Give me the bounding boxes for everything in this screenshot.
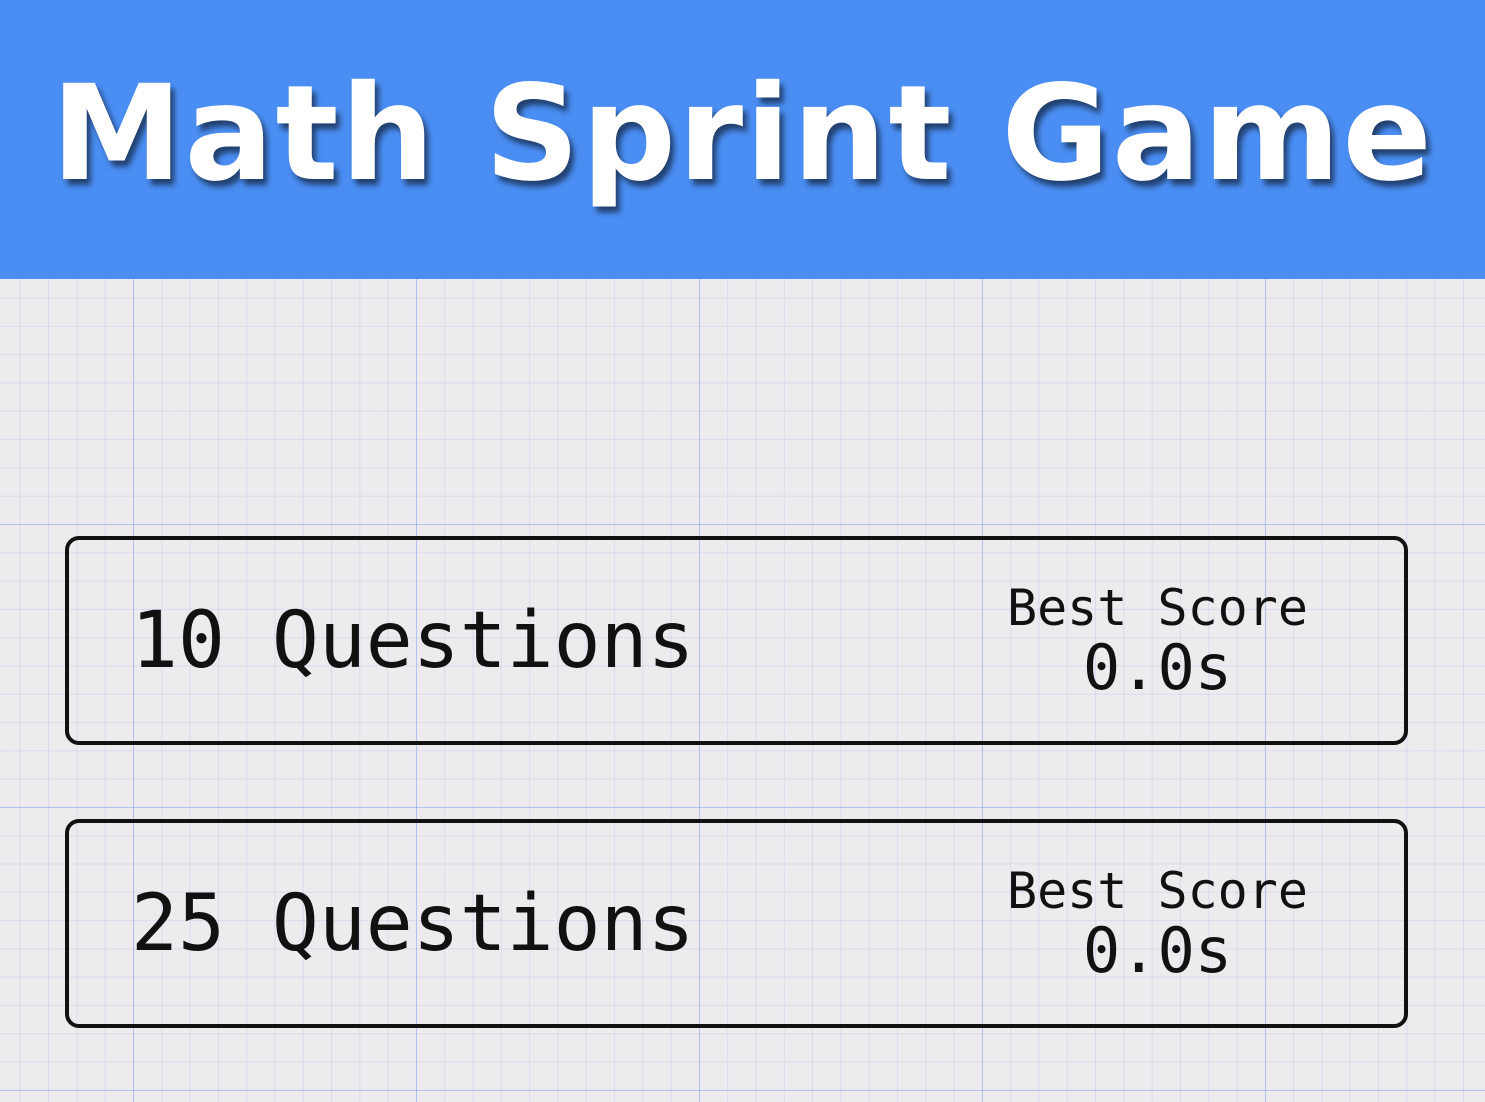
option-label: 25 Questions [131, 878, 695, 969]
option-label: 10 Questions [131, 595, 695, 686]
best-score-label: Best Score [1006, 861, 1308, 920]
best-score-value: 0.0s [1082, 630, 1233, 704]
question-options: 10 Questions Best Score 0.0s 25 Question… [65, 536, 1408, 1102]
best-score: Best Score 0.0s [1007, 581, 1308, 701]
best-score: Best Score 0.0s [1007, 864, 1308, 984]
option-25-questions[interactable]: 25 Questions Best Score 0.0s [65, 819, 1408, 1028]
page-title: Math Sprint Game [51, 56, 1434, 211]
best-score-value: 0.0s [1082, 913, 1233, 987]
option-10-questions[interactable]: 10 Questions Best Score 0.0s [65, 536, 1408, 745]
game-header: Math Sprint Game [0, 0, 1485, 279]
best-score-label: Best Score [1006, 578, 1308, 637]
